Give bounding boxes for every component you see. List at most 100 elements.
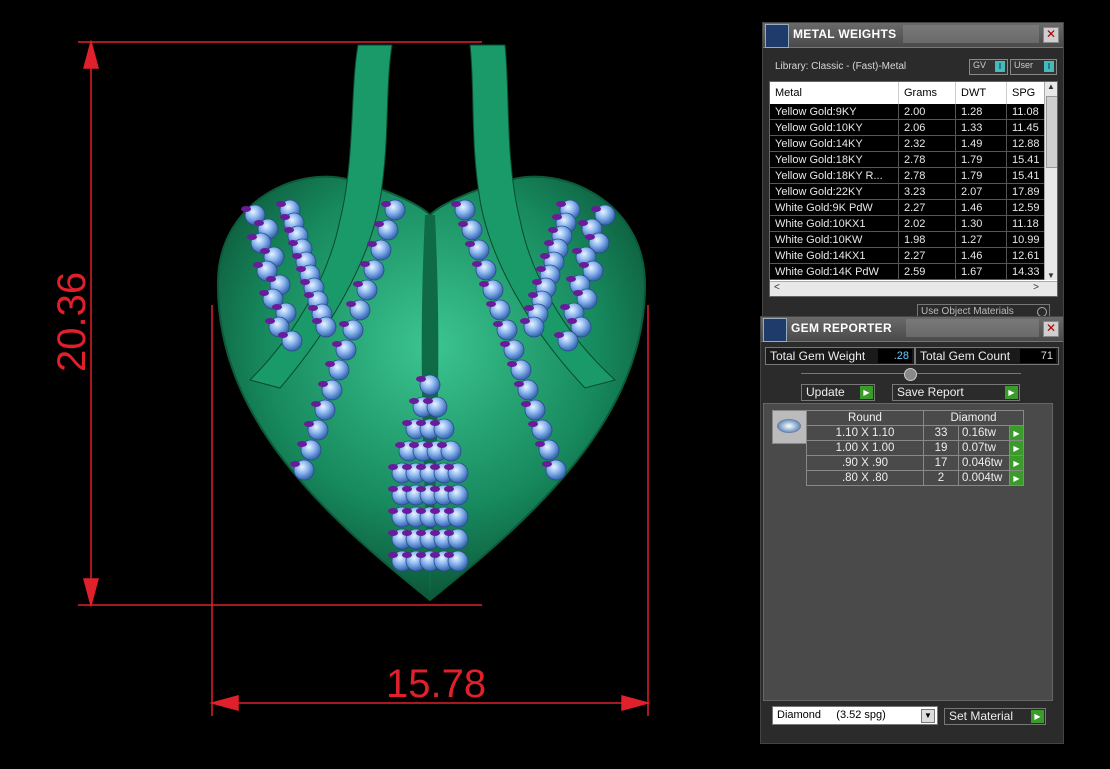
titlebar-grip[interactable]	[906, 319, 1039, 337]
table-row[interactable]: White Gold:10KW 1.98 1.27 10.99	[770, 231, 1046, 248]
close-icon[interactable]: ✕	[1043, 27, 1059, 43]
metal-weights-panel: METAL WEIGHTS ✕ Library: Classic - (Fast…	[762, 22, 1064, 320]
table-row[interactable]: Yellow Gold:10KY 2.06 1.33 11.45	[770, 119, 1046, 136]
chevron-down-icon[interactable]: ▼	[921, 709, 935, 723]
cell-dwt: 1.46	[955, 199, 1007, 216]
round-diamond-icon	[772, 410, 807, 444]
metal-weights-titlebar[interactable]: METAL WEIGHTS ✕	[763, 23, 1063, 48]
prong	[292, 253, 302, 259]
prong	[308, 305, 318, 311]
prong	[388, 552, 398, 558]
column-header[interactable]: DWT	[955, 82, 1007, 104]
column-header[interactable]: SPG	[1006, 82, 1046, 104]
scrollbar-thumb[interactable]	[1046, 96, 1057, 168]
gv-toggle[interactable]: GV I	[969, 59, 1008, 75]
prong	[430, 464, 440, 470]
prong	[254, 220, 264, 226]
3d-viewport[interactable]: 20.36 15.78	[0, 0, 760, 764]
cell-metal: White Gold:14KX1	[770, 247, 899, 264]
scroll-left-icon[interactable]: <	[774, 282, 780, 293]
play-icon[interactable]: ▶	[1009, 470, 1024, 486]
prong	[514, 381, 524, 387]
horizontal-scrollbar[interactable]: < >	[770, 281, 1057, 296]
cell-dwt: 1.30	[955, 215, 1007, 232]
material-select-value: Diamond (3.52 spg)	[777, 709, 886, 721]
prong	[430, 508, 440, 514]
titlebar-grip[interactable]	[903, 25, 1039, 43]
prong	[556, 201, 566, 207]
prong	[416, 508, 426, 514]
prong	[572, 248, 582, 254]
prong	[544, 240, 554, 246]
table-row[interactable]: Yellow Gold:9KY 2.00 1.28 11.08	[770, 104, 1046, 120]
gem-weight: 0.16tw	[958, 425, 1010, 441]
total-gem-count-value: 71	[1020, 349, 1056, 363]
gem-table: Round Diamond 1.10 X 1.10 33 0.16tw ▶ 1.00 X…	[806, 410, 1024, 486]
cell-metal: White Gold:9K PdW	[770, 199, 899, 216]
scroll-right-icon[interactable]: >	[1033, 282, 1039, 293]
prong	[290, 461, 300, 467]
save-report-button[interactable]: Save Report ▶	[892, 384, 1020, 401]
prong	[381, 201, 391, 207]
table-row[interactable]: White Gold:10KX1 2.02 1.30 11.18	[770, 215, 1046, 232]
play-icon: ▶	[1005, 386, 1018, 399]
table-row[interactable]: Yellow Gold:18KY R... 2.78 1.79 15.41	[770, 167, 1046, 184]
table-row[interactable]: Yellow Gold:14KY 2.32 1.49 12.88	[770, 135, 1046, 152]
table-row[interactable]: White Gold:9K PdW 2.27 1.46 12.59	[770, 199, 1046, 216]
cell-spg: 17.89	[1006, 183, 1046, 200]
user-toggle-label: User	[1014, 60, 1034, 70]
column-header[interactable]: Metal	[770, 82, 899, 104]
gem-reporter-titlebar[interactable]: GEM REPORTER ✕	[761, 317, 1063, 342]
gem-row: 1.00 X 1.00 19 0.07tw ▶	[806, 440, 1024, 456]
gem-row: .90 X .90 17 0.046tw ▶	[806, 455, 1024, 471]
material-select[interactable]: Diamond (3.52 spg) ▼	[772, 706, 938, 725]
prong	[360, 261, 370, 267]
prong	[591, 206, 601, 212]
cell-grams: 2.06	[898, 119, 956, 136]
prong	[585, 234, 595, 240]
table-row[interactable]: White Gold:14K PdW 2.59 1.67 14.33	[770, 263, 1046, 280]
table-row[interactable]: Yellow Gold:18KY 2.78 1.79 15.41	[770, 151, 1046, 168]
play-icon[interactable]: ▶	[1009, 425, 1024, 441]
column-header[interactable]: Grams	[898, 82, 956, 104]
scroll-up-icon[interactable]: ▲	[1045, 82, 1057, 91]
gem-row: 1.10 X 1.10 33 0.16tw ▶	[806, 425, 1024, 441]
save-report-label: Save Report	[897, 385, 964, 399]
cell-spg: 12.88	[1006, 135, 1046, 152]
prong	[416, 464, 426, 470]
cell-spg: 12.61	[1006, 247, 1046, 264]
update-button[interactable]: Update ▶	[801, 384, 875, 401]
vertical-scrollbar[interactable]: ▲ ▼	[1044, 82, 1057, 280]
prong	[402, 464, 412, 470]
table-row[interactable]: Yellow Gold:22KY 3.23 2.07 17.89	[770, 183, 1046, 200]
prong	[402, 552, 412, 558]
play-icon[interactable]: ▶	[1009, 440, 1024, 456]
play-icon: ▶	[860, 386, 873, 399]
cell-grams: 3.23	[898, 183, 956, 200]
play-icon[interactable]: ▶	[1009, 455, 1024, 471]
scroll-down-icon[interactable]: ▼	[1045, 271, 1057, 280]
prong	[280, 214, 290, 220]
gem-size: .80 X .80	[806, 470, 924, 486]
user-toggle[interactable]: User I	[1010, 59, 1057, 75]
prong	[416, 376, 426, 382]
cell-grams: 2.27	[898, 199, 956, 216]
prong	[479, 281, 489, 287]
material-header: Diamond	[923, 410, 1024, 426]
slider-handle[interactable]	[904, 368, 917, 381]
prong	[416, 552, 426, 558]
cell-spg: 10.99	[1006, 231, 1046, 248]
prong	[304, 421, 314, 427]
cell-dwt: 1.67	[955, 263, 1007, 280]
prong	[430, 420, 440, 426]
prong	[288, 240, 298, 246]
prong	[325, 361, 335, 367]
close-icon[interactable]: ✕	[1043, 321, 1059, 337]
prong	[276, 201, 286, 207]
prong	[409, 442, 419, 448]
prong	[578, 220, 588, 226]
table-row[interactable]: White Gold:14KX1 2.27 1.46 12.61	[770, 247, 1046, 264]
prong	[437, 442, 447, 448]
set-material-button[interactable]: Set Material ▶	[944, 708, 1046, 725]
metal-weights-title: METAL WEIGHTS	[793, 27, 897, 41]
